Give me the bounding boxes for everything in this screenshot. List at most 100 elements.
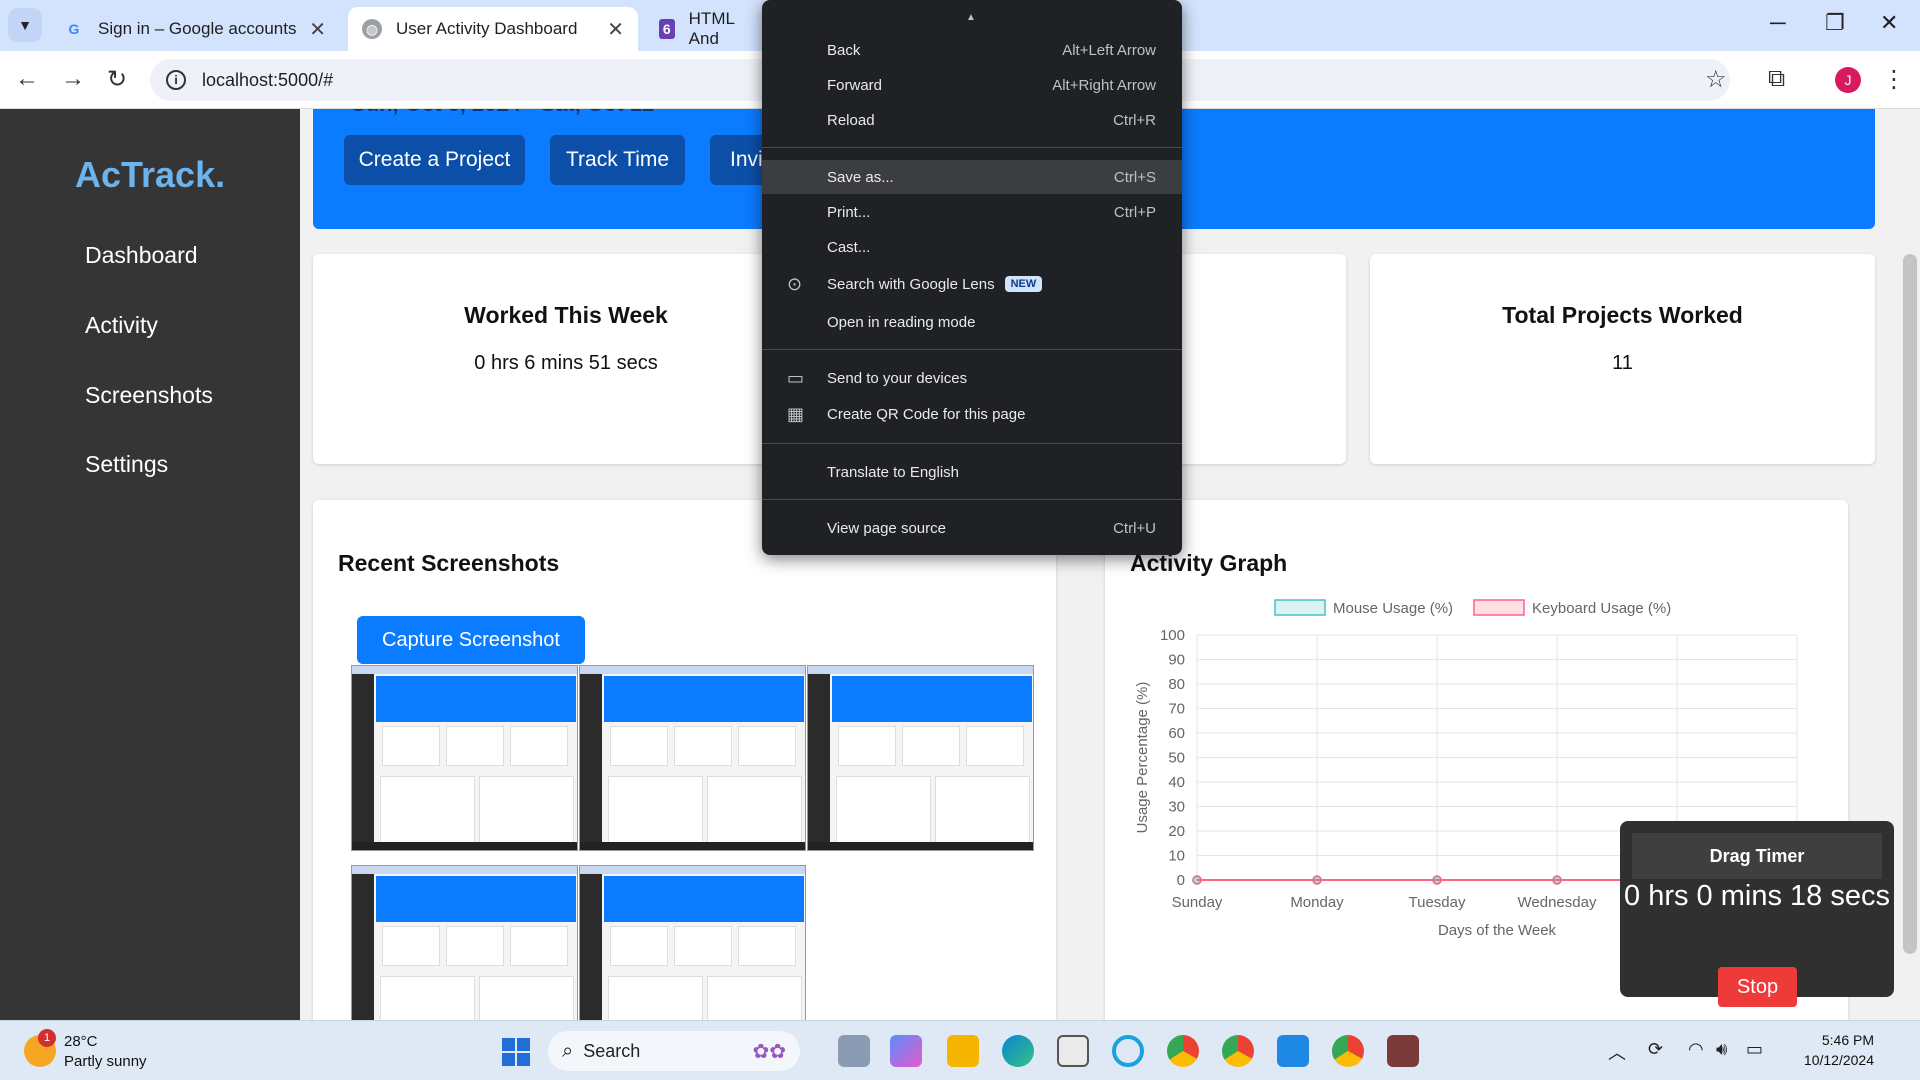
timer-value: 0 hrs 0 mins 18 secs [1624,880,1890,912]
bookmark-star-icon[interactable]: ☆ [1705,65,1727,94]
menu-item-back[interactable]: Back Alt+Left Arrow [762,33,1182,67]
menu-item-view-source[interactable]: View page source Ctrl+U [762,511,1182,545]
restore-icon[interactable]: ❐ [1825,10,1845,36]
menu-label: Search with Google Lens NEW [827,276,1043,293]
google-icon: G [68,21,80,37]
drag-timer[interactable]: Drag Timer 0 hrs 0 mins 18 secs Stop [1620,821,1894,1007]
clock-time[interactable]: 5:46 PM [1810,1032,1874,1048]
menu-separator [762,147,1182,148]
menu-label: View page source [827,519,946,537]
date-range: Sun, Oct 6, 2024 - Sat, Oct 12 [351,109,654,117]
task-view-icon[interactable] [838,1035,870,1067]
cortana-icon[interactable] [1112,1035,1144,1067]
y-tick-label: 0 [1177,872,1185,889]
menu-separator [762,349,1182,350]
forward-arrow-icon[interactable]: → [58,65,88,93]
menu-item-print[interactable]: Print... Ctrl+P [762,195,1182,229]
brand-logo: AcTrack. [75,154,226,195]
x-tick-label: Wednesday [1518,894,1597,911]
menu-item-send-to-devices[interactable]: ▭ Send to your devices [762,361,1182,395]
menu-label: Create QR Code for this page [827,405,1026,423]
wifi-icon[interactable]: ◠ [1688,1039,1704,1060]
microsoft-store-icon[interactable] [1057,1035,1089,1067]
menu-item-forward[interactable]: Forward Alt+Right Arrow [762,68,1182,102]
chrome-alt-icon[interactable] [1332,1035,1364,1067]
x-tick-label: Monday [1290,894,1344,911]
globe-icon: ◍ [362,19,382,39]
menu-label: Forward [827,76,883,94]
y-tick-label: 60 [1168,725,1185,742]
x-tick-label: Tuesday [1409,894,1466,911]
tab-title: User Activity Dashboard [396,19,578,38]
sync-icon[interactable]: ⟳ [1648,1039,1663,1060]
search-highlight-icon: ✿✿ [752,1040,786,1063]
volume-icon[interactable]: 🔊︎ [1716,1039,1727,1060]
profile-avatar[interactable]: J [1835,67,1861,93]
menu-item-google-lens[interactable]: ⊙ Search with Google Lens NEW [762,267,1182,301]
tab-google-signin[interactable]: G Sign in – Google accounts ✕ [50,7,340,51]
tab-user-activity-dashboard[interactable]: ◍ User Activity Dashboard ✕ [348,7,638,51]
menu-item-reload[interactable]: Reload Ctrl+R [762,103,1182,137]
sidebar-item-screenshots[interactable]: Screenshots [85,382,213,409]
url-text: localhost:5000/# [202,69,334,90]
legend-label: Keyboard Usage (%) [1532,600,1671,617]
edge-icon[interactable] [1002,1035,1034,1067]
close-window-icon[interactable]: ✕ [1880,10,1898,36]
clock-date[interactable]: 10/12/2024 [1786,1052,1874,1068]
back-arrow-icon[interactable]: ← [12,65,42,93]
menu-separator [762,443,1182,444]
menu-item-qr-code[interactable]: ▦ Create QR Code for this page [762,397,1182,431]
extensions-icon[interactable]: ⧉ [1768,65,1785,93]
page-scrollbar[interactable] [1900,109,1920,1020]
sidebar-item-settings[interactable]: Settings [85,451,168,478]
menu-item-cast[interactable]: Cast... [762,230,1182,264]
chrome-profile-icon[interactable] [1222,1035,1254,1067]
weather-description[interactable]: Partly sunny [64,1053,147,1070]
windows-start-icon[interactable] [502,1038,530,1066]
site-info-icon[interactable]: i [166,70,186,90]
scrollbar-thumb[interactable] [1903,254,1917,954]
stop-button[interactable]: Stop [1718,967,1797,1007]
capture-screenshot-button[interactable]: Capture Screenshot [357,616,585,664]
battery-icon[interactable]: ▭ [1746,1039,1763,1060]
reload-icon[interactable]: ↻ [102,65,132,94]
sidebar-item-dashboard[interactable]: Dashboard [85,242,198,269]
screenshot-thumbnail[interactable] [579,665,806,851]
menu-item-translate[interactable]: Translate to English [762,455,1182,489]
taskbar-search[interactable]: ⌕ Search ✿✿ [548,1031,800,1071]
tab-title: Sign in – Google accounts [98,19,297,38]
card-title: Worked This Week [464,302,668,328]
close-icon[interactable]: ✕ [607,17,624,42]
screenshot-thumbnail[interactable] [351,665,578,851]
data-point [1312,875,1322,885]
windows-taskbar: 1 28°C Partly sunny ⌕ Search ✿✿ ︿ ⟳ ◠ 🔊︎… [0,1020,1920,1080]
y-tick-label: 20 [1168,823,1185,840]
screenshot-thumbnail[interactable] [579,865,806,1020]
screenshot-thumbnail[interactable] [351,865,578,1020]
more-menu-icon[interactable]: ⋮ [1882,65,1906,94]
vscode-icon[interactable] [1277,1035,1309,1067]
drag-timer-header[interactable]: Drag Timer [1632,833,1882,879]
create-project-button[interactable]: Create a Project [344,135,525,185]
menu-separator [762,499,1182,500]
notification-badge: 1 [38,1029,56,1047]
total-projects-card: Total Projects Worked 11 [1370,254,1875,464]
tab-html-and[interactable]: 6 HTML And [645,7,765,51]
screenshot-thumbnail[interactable] [807,665,1034,851]
weather-temperature[interactable]: 28°C [64,1033,98,1050]
close-icon[interactable]: ✕ [309,17,326,42]
minimize-icon[interactable]: ─ [1770,10,1786,36]
sidebar-item-activity[interactable]: Activity [85,312,158,339]
menu-item-save-as[interactable]: Save as... Ctrl+S [762,160,1182,194]
qr-code-icon: ▦ [787,403,805,424]
track-time-button[interactable]: Track Time [550,135,685,185]
file-explorer-icon[interactable] [947,1035,979,1067]
tab-search-button[interactable]: ▼ [8,8,42,42]
copilot-icon[interactable] [890,1035,922,1067]
chrome-icon[interactable] [1167,1035,1199,1067]
context-menu: ▲ Back Alt+Left Arrow Forward Alt+Right … [762,0,1182,555]
chevron-up-icon[interactable]: ︿ [1608,1039,1626,1065]
app-icon[interactable] [1387,1035,1419,1067]
menu-item-reading-mode[interactable]: Open in reading mode [762,305,1182,339]
menu-shortcut: Alt+Left Arrow [1062,41,1156,59]
